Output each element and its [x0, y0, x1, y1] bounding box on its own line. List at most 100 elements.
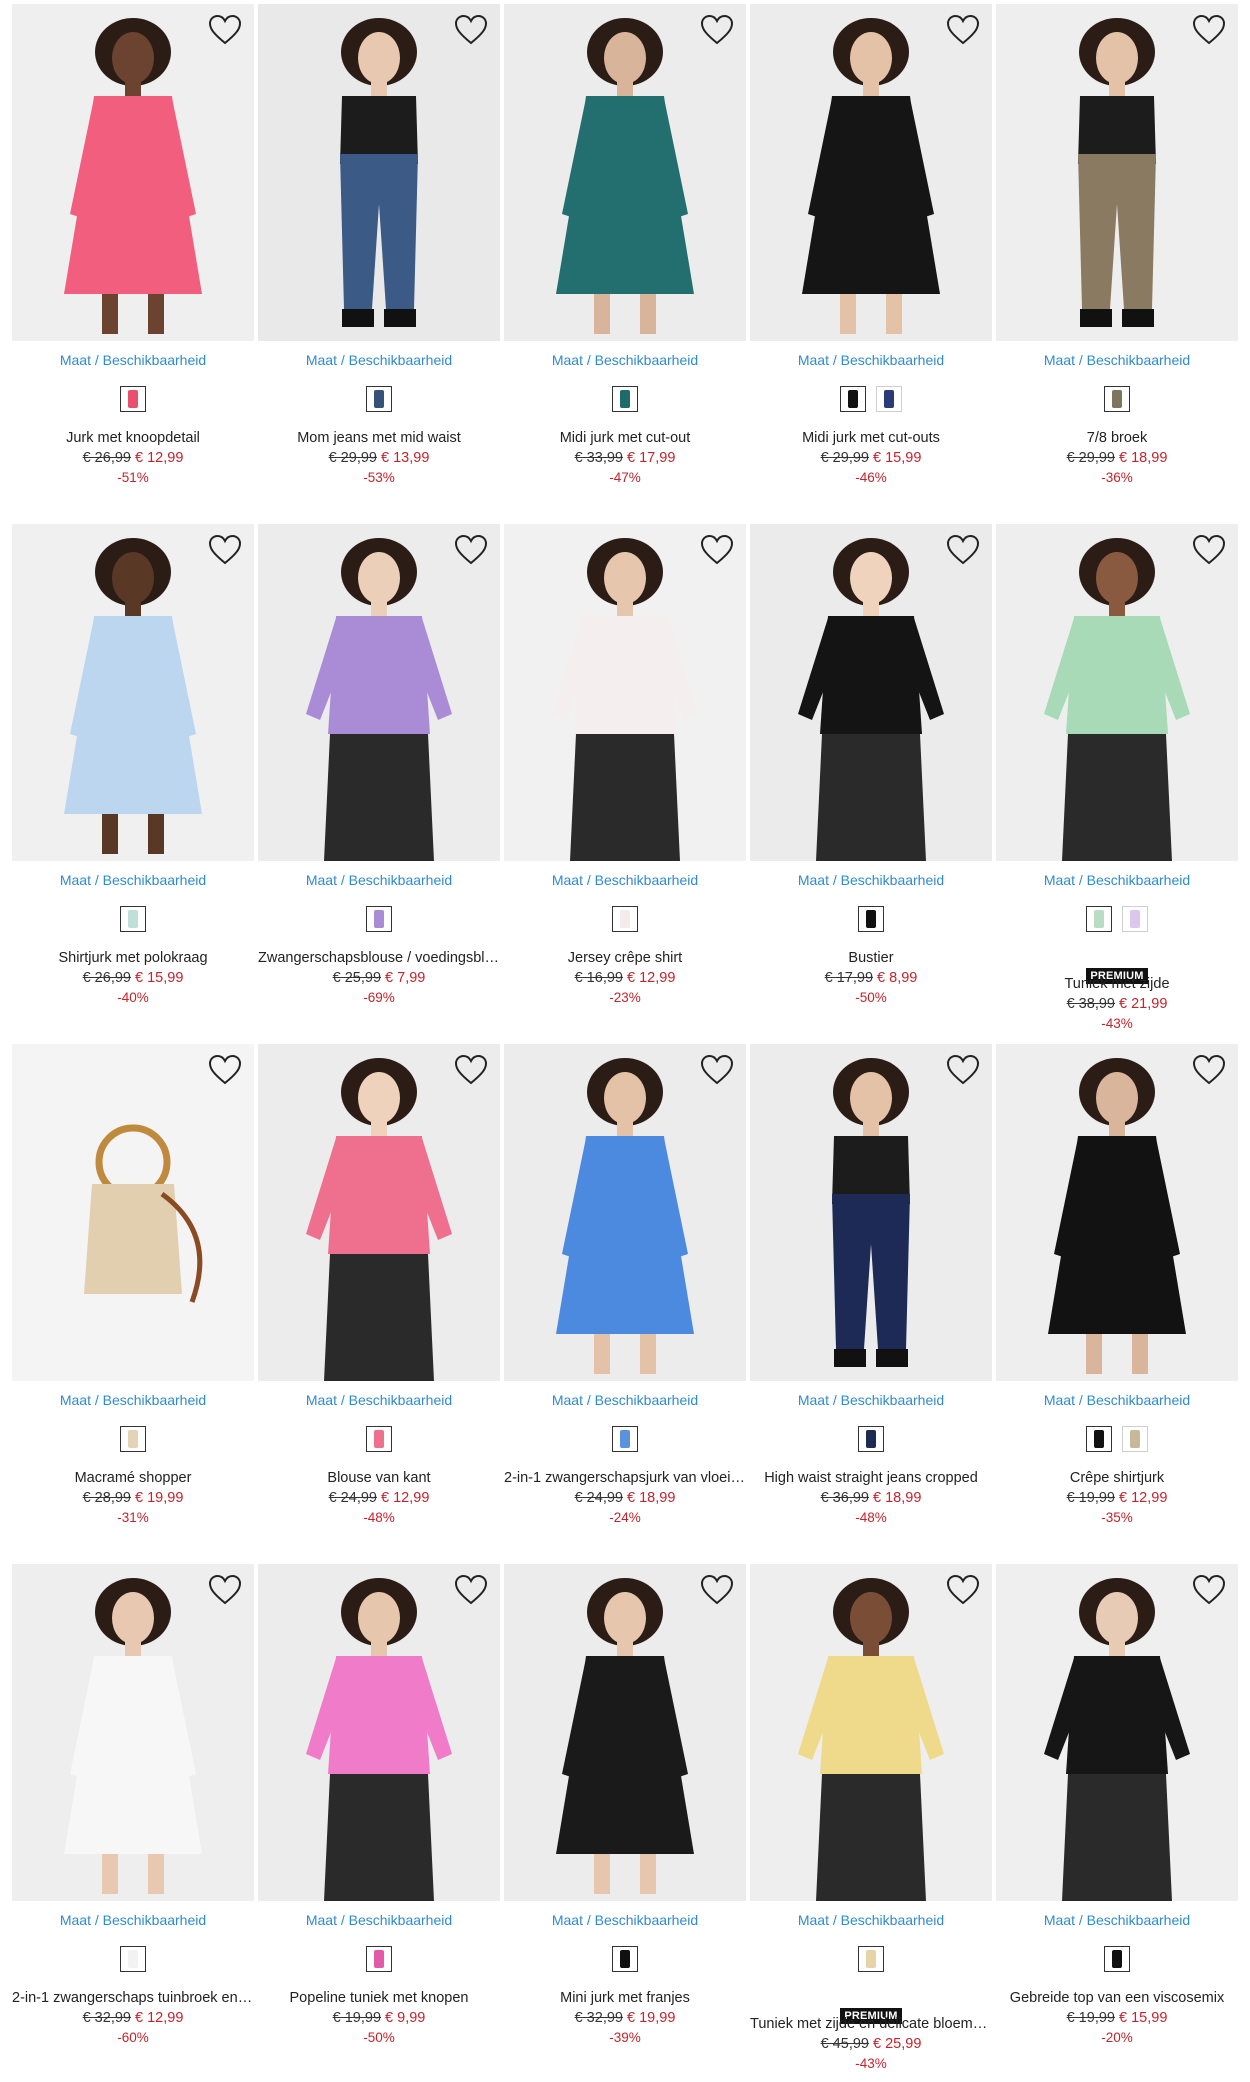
product-title[interactable]: Popeline tuniek met knopen: [258, 1990, 500, 2006]
product-image[interactable]: [996, 1564, 1238, 1901]
product-title[interactable]: Zwangerschapsblouse / voedingsblouse: [258, 950, 500, 966]
product-photo[interactable]: [12, 4, 254, 341]
favorite-heart-icon[interactable]: [454, 14, 488, 46]
color-swatch[interactable]: [612, 1946, 638, 1972]
product-image[interactable]: [750, 524, 992, 861]
size-availability-link[interactable]: Maat / Beschikbaarheid: [996, 1912, 1238, 1928]
product-card[interactable]: Maat / Beschikbaarheid Popeline tuniek me…: [258, 1564, 500, 2074]
favorite-heart-icon[interactable]: [208, 14, 242, 46]
product-photo[interactable]: [750, 1564, 992, 1901]
product-card[interactable]: Maat / Beschikbaarheid Crêpe shirtjurk € 1…: [996, 1044, 1238, 1554]
favorite-heart-icon[interactable]: [454, 1574, 488, 1606]
size-availability-link[interactable]: Maat / Beschikbaarheid: [258, 1392, 500, 1408]
product-image[interactable]: [504, 1044, 746, 1381]
product-image[interactable]: [996, 1044, 1238, 1381]
color-swatch[interactable]: [120, 386, 146, 412]
size-availability-link[interactable]: Maat / Beschikbaarheid: [996, 872, 1238, 888]
size-availability-link[interactable]: Maat / Beschikbaarheid: [504, 872, 746, 888]
product-card[interactable]: Maat / Beschikbaarheid Mini jurk met fran…: [504, 1564, 746, 2074]
favorite-heart-icon[interactable]: [454, 534, 488, 566]
product-card[interactable]: Maat / Beschikbaarheid PREMIUM Tuniek met …: [996, 524, 1238, 1034]
color-swatch[interactable]: [120, 1426, 146, 1452]
product-image[interactable]: [750, 4, 992, 341]
product-title[interactable]: Blouse van kant: [258, 1470, 500, 1486]
size-availability-link[interactable]: Maat / Beschikbaarheid: [258, 872, 500, 888]
color-swatch[interactable]: [120, 906, 146, 932]
product-title[interactable]: 2-in-1 zwangerschapsjurk van vloeiende v…: [504, 1470, 746, 1486]
size-availability-link[interactable]: Maat / Beschikbaarheid: [258, 352, 500, 368]
product-photo[interactable]: [996, 1564, 1238, 1901]
product-photo[interactable]: [750, 1044, 992, 1381]
favorite-heart-icon[interactable]: [1192, 14, 1226, 46]
favorite-heart-icon[interactable]: [700, 1054, 734, 1086]
product-card[interactable]: Maat / Beschikbaarheid Jurk met knoopdeta…: [12, 4, 254, 514]
favorite-heart-icon[interactable]: [1192, 1574, 1226, 1606]
product-image[interactable]: [12, 524, 254, 861]
product-title[interactable]: Jersey crêpe shirt: [504, 950, 746, 966]
size-availability-link[interactable]: Maat / Beschikbaarheid: [750, 1912, 992, 1928]
color-swatch[interactable]: [120, 1946, 146, 1972]
size-availability-link[interactable]: Maat / Beschikbaarheid: [12, 1912, 254, 1928]
color-swatch[interactable]: [840, 386, 866, 412]
color-swatch[interactable]: [366, 906, 392, 932]
size-availability-link[interactable]: Maat / Beschikbaarheid: [12, 352, 254, 368]
favorite-heart-icon[interactable]: [946, 1054, 980, 1086]
favorite-heart-icon[interactable]: [208, 1054, 242, 1086]
color-swatch[interactable]: [1104, 386, 1130, 412]
product-image[interactable]: [750, 1044, 992, 1381]
color-swatch[interactable]: [1122, 906, 1148, 932]
product-title[interactable]: 7/8 broek: [996, 430, 1238, 446]
product-title[interactable]: Tuniek met zijde: [996, 976, 1238, 992]
product-photo[interactable]: [258, 4, 500, 341]
favorite-heart-icon[interactable]: [946, 1574, 980, 1606]
color-swatch[interactable]: [366, 1946, 392, 1972]
favorite-heart-icon[interactable]: [1192, 1054, 1226, 1086]
product-title[interactable]: High waist straight jeans cropped: [750, 1470, 992, 1486]
product-title[interactable]: Tuniek met zijde en delicate bloemenprin…: [750, 2016, 992, 2032]
product-card[interactable]: Maat / Beschikbaarheid Mom jeans met mid …: [258, 4, 500, 514]
color-swatch[interactable]: [1104, 1946, 1130, 1972]
color-swatch[interactable]: [858, 1946, 884, 1972]
product-image[interactable]: [996, 4, 1238, 341]
product-title[interactable]: Macramé shopper: [12, 1470, 254, 1486]
size-availability-link[interactable]: Maat / Beschikbaarheid: [258, 1912, 500, 1928]
product-card[interactable]: Maat / Beschikbaarheid Blouse van kant € 2…: [258, 1044, 500, 1554]
product-card[interactable]: Maat / Beschikbaarheid 2-in-1 zwangerscha…: [504, 1044, 746, 1554]
product-card[interactable]: Maat / Beschikbaarheid High waist straigh…: [750, 1044, 992, 1554]
product-image[interactable]: [996, 524, 1238, 861]
product-title[interactable]: Gebreide top van een viscosemix: [996, 1990, 1238, 2006]
size-availability-link[interactable]: Maat / Beschikbaarheid: [750, 872, 992, 888]
product-image[interactable]: [504, 4, 746, 341]
product-image[interactable]: [12, 1564, 254, 1901]
product-card[interactable]: Maat / Beschikbaarheid 7/8 broek € 29,99 €…: [996, 4, 1238, 514]
product-photo[interactable]: [12, 1044, 254, 1381]
product-image[interactable]: [12, 1044, 254, 1381]
size-availability-link[interactable]: Maat / Beschikbaarheid: [750, 352, 992, 368]
color-swatch[interactable]: [858, 1426, 884, 1452]
favorite-heart-icon[interactable]: [700, 1574, 734, 1606]
product-photo[interactable]: [750, 4, 992, 341]
color-swatch[interactable]: [366, 386, 392, 412]
product-photo[interactable]: [258, 524, 500, 861]
color-swatch[interactable]: [1122, 1426, 1148, 1452]
product-title[interactable]: Jurk met knoopdetail: [12, 430, 254, 446]
favorite-heart-icon[interactable]: [454, 1054, 488, 1086]
product-image[interactable]: [12, 4, 254, 341]
product-title[interactable]: Mini jurk met franjes: [504, 1990, 746, 2006]
product-title[interactable]: Crêpe shirtjurk: [996, 1470, 1238, 1486]
product-image[interactable]: [750, 1564, 992, 1901]
favorite-heart-icon[interactable]: [946, 14, 980, 46]
product-image[interactable]: [258, 524, 500, 861]
product-card[interactable]: Maat / Beschikbaarheid Shirtjurk met polo…: [12, 524, 254, 1034]
product-photo[interactable]: [504, 1564, 746, 1901]
color-swatch[interactable]: [1086, 906, 1112, 932]
product-card[interactable]: Maat / Beschikbaarheid Macramé shopper € 2…: [12, 1044, 254, 1554]
product-card[interactable]: Maat / Beschikbaarheid Zwangerschapsblous…: [258, 524, 500, 1034]
favorite-heart-icon[interactable]: [1192, 534, 1226, 566]
product-title[interactable]: Midi jurk met cut-out: [504, 430, 746, 446]
product-photo[interactable]: [996, 1044, 1238, 1381]
product-title[interactable]: Midi jurk met cut-outs: [750, 430, 992, 446]
favorite-heart-icon[interactable]: [700, 14, 734, 46]
product-title[interactable]: 2-in-1 zwangerschaps tuinbroek en shirt: [12, 1990, 254, 2006]
size-availability-link[interactable]: Maat / Beschikbaarheid: [504, 1912, 746, 1928]
